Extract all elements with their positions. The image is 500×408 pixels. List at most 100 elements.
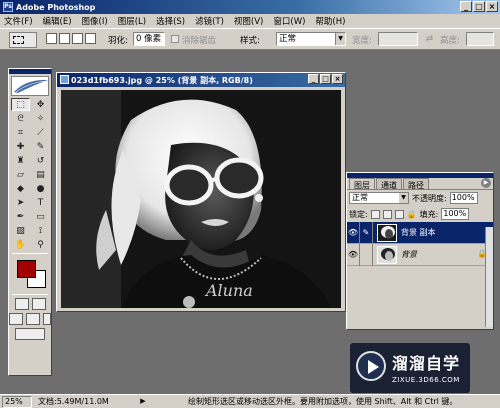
blend-mode-select[interactable]: 正常 ▼	[349, 192, 409, 204]
menu-image[interactable]: 图像(I)	[82, 15, 108, 27]
subtract-selection-button[interactable]	[72, 33, 83, 44]
width-input[interactable]	[378, 32, 418, 46]
minimize-button[interactable]: _	[460, 1, 472, 12]
document-window: 023d1fb693.jpg @ 25% (背景 副本, RGB/8) _ □ …	[56, 72, 346, 312]
panel-menu-icon[interactable]: ▶	[481, 178, 491, 188]
move-tool-icon[interactable]: ✥	[31, 98, 50, 111]
brush-tool-icon[interactable]: ✎	[31, 140, 50, 153]
doc-minimize-button[interactable]: _	[308, 74, 319, 84]
toolbox-divider	[12, 253, 48, 254]
lasso-tool-icon[interactable]: ᘓ	[11, 112, 30, 125]
menu-edit[interactable]: 编辑(E)	[43, 15, 72, 27]
opacity-input[interactable]: 100%	[449, 192, 478, 204]
adobe-feather-logo[interactable]	[11, 76, 49, 96]
options-bar: 羽化: 0 像素 消除锯齿 样式: 正常 ▼ 宽度: ⇄ 高度:	[0, 28, 500, 50]
type-tool-icon[interactable]: T	[31, 196, 50, 209]
fill-input[interactable]: 100%	[441, 208, 470, 220]
new-selection-button[interactable]	[46, 33, 57, 44]
layer-thumbnail	[377, 223, 397, 242]
menu-help[interactable]: 帮助(H)	[315, 15, 345, 27]
layers-panel-tabs: 图层 通道 路径 ▶	[347, 178, 493, 190]
hand-tool-icon[interactable]: ✋	[11, 238, 30, 251]
shape-tool-icon[interactable]: ▭	[31, 210, 50, 223]
link-slot[interactable]	[360, 243, 373, 266]
maximize-button[interactable]: □	[473, 1, 485, 12]
lock-transparency-checkbox[interactable]	[370, 209, 380, 219]
standard-screen-mode-button[interactable]	[9, 313, 23, 325]
clone-stamp-tool-icon[interactable]: ♜	[11, 154, 30, 167]
pen-tool-icon[interactable]: ✒	[11, 210, 30, 223]
selection-modes	[46, 33, 96, 44]
blur-tool-icon[interactable]: ◆	[11, 182, 30, 195]
dodge-tool-icon[interactable]: ●	[31, 182, 50, 195]
crop-tool-icon[interactable]: ⌗	[11, 126, 30, 139]
zoom-field[interactable]: 25%	[2, 395, 32, 408]
doc-close-button[interactable]: ×	[332, 74, 343, 84]
menu-window[interactable]: 窗口(W)	[273, 15, 305, 27]
tab-layers[interactable]: 图层	[349, 178, 375, 190]
mask-mode-row	[9, 298, 51, 310]
tab-paths[interactable]: 路径	[403, 178, 429, 190]
toolbox: ⬚ ✥ ᘓ ✧ ⌗ ⟋ ✚ ✎ ♜ ↺ ▱ ▤ ◆ ● ➤ T ✒ ▭ ▨ ⟟ …	[8, 68, 52, 376]
zoom-tool-icon[interactable]: ⚲	[31, 238, 50, 251]
layer-thumbnail	[377, 245, 397, 264]
style-select[interactable]: 正常 ▼	[276, 32, 346, 46]
height-input[interactable]	[466, 32, 494, 46]
feather-label: 羽化:	[108, 36, 128, 46]
status-menu-arrow-icon[interactable]: ▶	[138, 397, 148, 407]
lock-label: 锁定:	[349, 209, 368, 219]
layers-scrollbar[interactable]	[485, 227, 493, 327]
full-screen-menu-mode-button[interactable]	[26, 313, 40, 325]
slice-tool-icon[interactable]: ⟋	[31, 126, 50, 139]
blend-mode-value: 正常	[352, 193, 368, 202]
image-canvas[interactable]: Aluna	[61, 90, 341, 308]
gradient-tool-icon[interactable]: ▤	[31, 168, 50, 181]
app-titlebar: Ps Adobe Photoshop _ □ ×	[0, 0, 500, 14]
eraser-tool-icon[interactable]: ▱	[11, 168, 30, 181]
lock-all-icon[interactable]: 🔒	[407, 210, 417, 219]
inverted-portrait-image: Aluna	[61, 90, 341, 308]
intersect-selection-button[interactable]	[85, 33, 96, 44]
magic-wand-tool-icon[interactable]: ✧	[31, 112, 50, 125]
history-brush-tool-icon[interactable]: ↺	[31, 154, 50, 167]
antialias-checkbox[interactable]	[171, 35, 179, 43]
tool-preset-picker[interactable]	[9, 32, 37, 48]
quick-mask-mode-button[interactable]	[31, 298, 46, 310]
document-titlebar[interactable]: 023d1fb693.jpg @ 25% (背景 副本, RGB/8) _ □ …	[57, 73, 345, 87]
healing-brush-tool-icon[interactable]: ✚	[11, 140, 30, 153]
full-screen-mode-button[interactable]	[43, 313, 51, 325]
add-selection-button[interactable]	[59, 33, 70, 44]
lock-position-checkbox[interactable]	[394, 209, 404, 219]
eyedropper-tool-icon[interactable]: ⟟	[31, 224, 50, 237]
layer-row-background-copy[interactable]: 👁 ✎ 背景 副本	[347, 221, 493, 244]
tab-channels[interactable]: 通道	[376, 178, 402, 190]
menu-file[interactable]: 文件(F)	[4, 15, 33, 27]
menu-select[interactable]: 选择(S)	[156, 15, 185, 27]
photoshop-logo-icon: Ps	[3, 2, 13, 12]
shirt-text: Aluna	[204, 281, 253, 300]
menu-layer[interactable]: 图层(L)	[118, 15, 146, 27]
status-hint: 绘制矩形选区或移动选区外框。要用附加选项，使用 Shift、Alt 和 Ctrl…	[188, 397, 458, 406]
close-button[interactable]: ×	[486, 1, 498, 12]
feather-input[interactable]: 0 像素	[133, 32, 165, 46]
layer-name: 背景 副本	[401, 228, 436, 237]
width-label: 宽度:	[352, 36, 372, 46]
eye-icon[interactable]: 👁	[347, 221, 360, 244]
eye-icon[interactable]: 👁	[347, 243, 360, 266]
status-bar: 25% 文档:5.49M/11.0M ▶ 绘制矩形选区或移动选区外框。要用附加选…	[0, 394, 500, 408]
toolbox-titlebar	[9, 69, 51, 74]
brush-link-icon[interactable]: ✎	[360, 221, 373, 244]
menu-view[interactable]: 视图(V)	[234, 15, 263, 27]
window-controls: _ □ ×	[460, 1, 498, 12]
layer-row-background[interactable]: 👁 背景 🔒	[347, 243, 493, 266]
marquee-tool-icon[interactable]: ⬚	[11, 98, 30, 111]
doc-maximize-button[interactable]: □	[320, 74, 331, 84]
standard-mode-button[interactable]	[14, 298, 29, 310]
path-selection-tool-icon[interactable]: ➤	[11, 196, 30, 209]
menu-filter[interactable]: 滤镜(T)	[195, 15, 224, 27]
foreground-color-swatch[interactable]	[17, 260, 36, 278]
notes-tool-icon[interactable]: ▨	[11, 224, 30, 237]
swap-icon[interactable]: ⇄	[426, 34, 433, 44]
lock-pixels-checkbox[interactable]	[382, 209, 392, 219]
jump-to-imageready-button[interactable]	[15, 328, 45, 340]
